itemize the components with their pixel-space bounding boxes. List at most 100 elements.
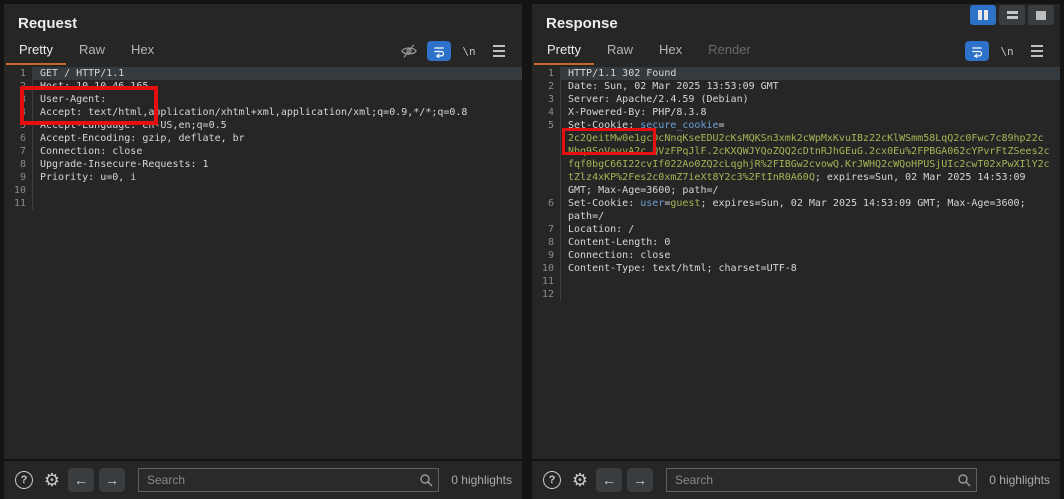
code-line[interactable]: fqf0bgC66I22cvIf022Ao0ZQ2cLqghjR%2FIBGw2…: [532, 158, 1060, 171]
line-text: User-Agent:: [32, 93, 522, 106]
editor-menu-button[interactable]: [487, 41, 511, 61]
code-line[interactable]: 3Server: Apache/2.4.59 (Debian): [532, 93, 1060, 106]
hide-response-eye-icon[interactable]: [397, 41, 421, 61]
next-match-button[interactable]: →: [627, 468, 653, 492]
code-line[interactable]: tZlz4xKP%2Fes2c0xmZ7ieXt8Y2c3%2FtInR0A60…: [532, 171, 1060, 184]
tab-pretty[interactable]: Pretty: [6, 36, 66, 65]
highlights-count: 0 highlights: [989, 473, 1050, 487]
line-number: 12: [532, 288, 560, 301]
code-line[interactable]: 2Date: Sun, 02 Mar 2025 13:53:09 GMT: [532, 80, 1060, 93]
request-panel: Request PrettyRawHex \n 1GET / HTTP/1.12…: [4, 4, 522, 499]
line-number: 1: [4, 67, 32, 80]
prev-match-button[interactable]: ←: [68, 468, 94, 492]
code-line[interactable]: 5Set-Cookie: secure_cookie=: [532, 119, 1060, 132]
code-line[interactable]: 1GET / HTTP/1.1: [4, 67, 522, 80]
code-line[interactable]: 10: [4, 184, 522, 197]
newline-toggle-button[interactable]: \n: [457, 41, 481, 61]
line-number: [532, 145, 560, 158]
single-view-button[interactable]: [1028, 5, 1054, 25]
code-line[interactable]: 7Connection: close: [4, 145, 522, 158]
line-number: 5: [532, 119, 560, 132]
line-number: 7: [532, 223, 560, 236]
code-line[interactable]: Nbq9SoVavvA2c.QVzFPqJlF.2cKXQWJYQoZQQ2cD…: [532, 145, 1060, 158]
line-number: 8: [532, 236, 560, 249]
line-text: [32, 184, 522, 197]
code-line[interactable]: 11: [4, 197, 522, 210]
response-editor[interactable]: 1HTTP/1.1 302 Found2Date: Sun, 02 Mar 20…: [532, 65, 1060, 459]
search-input[interactable]: [138, 468, 439, 492]
line-number: 7: [4, 145, 32, 158]
line-text: [560, 275, 1060, 288]
line-text: Set-Cookie: user=guest; expires=Sun, 02 …: [560, 197, 1060, 210]
code-line[interactable]: 3User-Agent:: [4, 93, 522, 106]
word-wrap-button[interactable]: [965, 41, 989, 61]
next-match-button[interactable]: →: [99, 468, 125, 492]
line-text: Accept: text/html,application/xhtml+xml,…: [32, 106, 522, 119]
line-text: GMT; Max-Age=3600; path=/: [560, 184, 1060, 197]
columns-icon: [978, 10, 982, 20]
code-line[interactable]: 9Priority: u=0, i: [4, 171, 522, 184]
code-line[interactable]: 7Location: /: [532, 223, 1060, 236]
request-tabs: PrettyRawHex \n: [4, 35, 522, 65]
tab-raw[interactable]: Raw: [594, 36, 646, 65]
line-number: 2: [532, 80, 560, 93]
line-number: 8: [4, 158, 32, 171]
tab-raw[interactable]: Raw: [66, 36, 118, 65]
code-line[interactable]: 8Upgrade-Insecure-Requests: 1: [4, 158, 522, 171]
search-settings-button[interactable]: ⚙: [568, 468, 592, 492]
line-text: HTTP/1.1 302 Found: [560, 67, 1060, 80]
code-line[interactable]: 5Accept-Language: en-US,en;q=0.5: [4, 119, 522, 132]
word-wrap-button[interactable]: [427, 41, 451, 61]
hamburger-icon: [1031, 45, 1043, 57]
tab-hex[interactable]: Hex: [646, 36, 695, 65]
code-line[interactable]: 10Content-Type: text/html; charset=UTF-8: [532, 262, 1060, 275]
code-line[interactable]: 2c2QeitMw0e1gcDcNnqKseEDU2cKsMQKSn3xmk2c…: [532, 132, 1060, 145]
prev-match-button[interactable]: ←: [596, 468, 622, 492]
line-number: 3: [532, 93, 560, 106]
code-line[interactable]: 12: [532, 288, 1060, 301]
line-text: Set-Cookie: secure_cookie=: [560, 119, 1060, 132]
hamburger-icon: [493, 45, 505, 57]
code-line[interactable]: path=/: [532, 210, 1060, 223]
code-line[interactable]: 1HTTP/1.1 302 Found: [532, 67, 1060, 80]
line-text: Nbq9SoVavvA2c.QVzFPqJlF.2cKXQWJYQoZQQ2cD…: [560, 145, 1060, 158]
line-text: Upgrade-Insecure-Requests: 1: [32, 158, 522, 171]
line-text: X-Powered-By: PHP/8.3.8: [560, 106, 1060, 119]
columns-view-button[interactable]: [970, 5, 996, 25]
code-line[interactable]: 11: [532, 275, 1060, 288]
search-input[interactable]: [666, 468, 977, 492]
line-number: 1: [532, 67, 560, 80]
search-settings-button[interactable]: ⚙: [40, 468, 64, 492]
line-text: Server: Apache/2.4.59 (Debian): [560, 93, 1060, 106]
line-text: Connection: close: [560, 249, 1060, 262]
line-text: Priority: u=0, i: [32, 171, 522, 184]
code-line[interactable]: 8Content-Length: 0: [532, 236, 1060, 249]
stacked-view-button[interactable]: [999, 5, 1025, 25]
code-line[interactable]: 9Connection: close: [532, 249, 1060, 262]
line-text: Content-Length: 0: [560, 236, 1060, 249]
tab-hex[interactable]: Hex: [118, 36, 167, 65]
editor-menu-button[interactable]: [1025, 41, 1049, 61]
request-title: Request: [4, 4, 522, 35]
line-text: [32, 197, 522, 210]
line-number: 6: [532, 197, 560, 210]
newline-toggle-button[interactable]: \n: [995, 41, 1019, 61]
code-line[interactable]: 4X-Powered-By: PHP/8.3.8: [532, 106, 1060, 119]
search-help-button[interactable]: ?: [540, 468, 564, 492]
request-editor[interactable]: 1GET / HTTP/1.12Host: 10.10.46.1653User-…: [4, 65, 522, 459]
code-line[interactable]: 2Host: 10.10.46.165: [4, 80, 522, 93]
code-line[interactable]: GMT; Max-Age=3600; path=/: [532, 184, 1060, 197]
line-number: 9: [4, 171, 32, 184]
code-line[interactable]: 6Accept-Encoding: gzip, deflate, br: [4, 132, 522, 145]
code-line[interactable]: 6Set-Cookie: user=guest; expires=Sun, 02…: [532, 197, 1060, 210]
tab-pretty[interactable]: Pretty: [534, 36, 594, 65]
gear-icon: ⚙: [44, 471, 60, 489]
line-text: 2c2QeitMw0e1gcDcNnqKseEDU2cKsMQKSn3xmk2c…: [560, 132, 1060, 145]
tab-render[interactable]: Render: [695, 36, 764, 65]
rows-icon: [1007, 11, 1018, 19]
line-number: 4: [532, 106, 560, 119]
line-number: [532, 132, 560, 145]
search-help-button[interactable]: ?: [12, 468, 36, 492]
line-text: Date: Sun, 02 Mar 2025 13:53:09 GMT: [560, 80, 1060, 93]
code-line[interactable]: 4Accept: text/html,application/xhtml+xml…: [4, 106, 522, 119]
